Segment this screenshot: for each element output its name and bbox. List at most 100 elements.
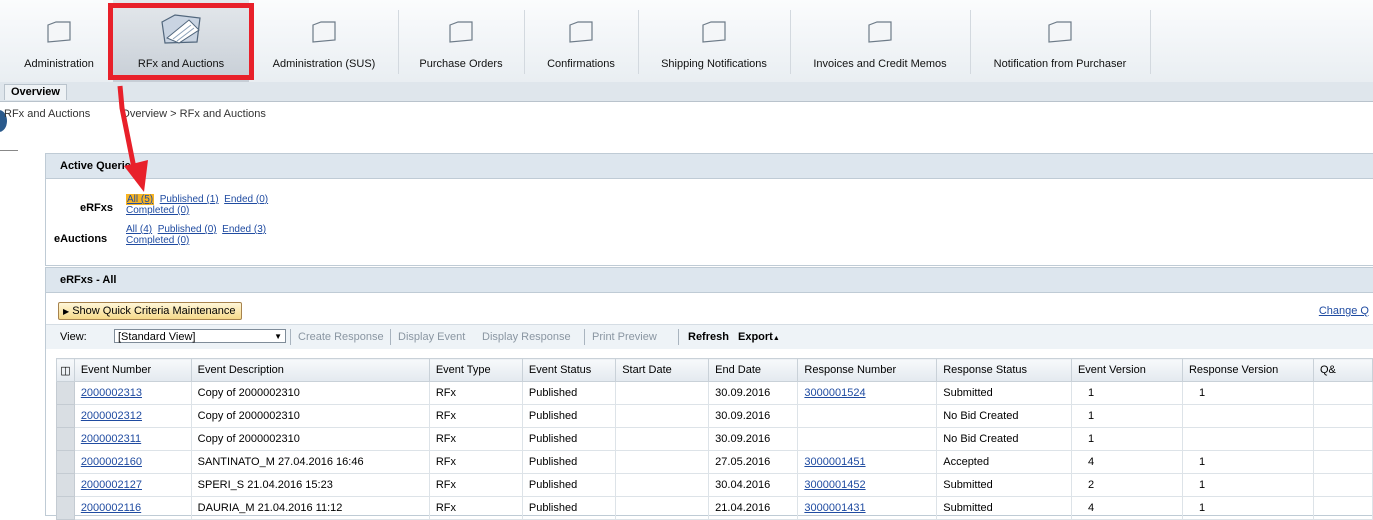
erfx-table: ◫ Event Number Event Description Event T… <box>56 358 1373 520</box>
print-preview-button[interactable]: Print Preview <box>592 331 657 343</box>
export-label: Export <box>738 331 773 343</box>
column-header[interactable]: Response Status <box>936 358 1072 382</box>
response-status: Submitted <box>943 387 993 399</box>
table-cell <box>797 427 938 451</box>
event-version: 1 <box>1087 387 1095 399</box>
select-all-cell[interactable]: ◫ <box>56 358 75 382</box>
eauctions-completed-link[interactable]: Completed (0) <box>126 235 189 246</box>
column-header[interactable]: Start Date <box>615 358 710 382</box>
erfx-ended-link[interactable]: Ended (0) <box>224 194 268 205</box>
view-select-value: [Standard View] <box>118 331 196 343</box>
show-quick-criteria-button[interactable]: ▶ Show Quick Criteria Maintenance <box>58 302 243 320</box>
table-cell: Submitted <box>936 381 1072 405</box>
event-version: 1 <box>1087 433 1095 445</box>
response-number-link[interactable]: 3000001524 <box>804 387 865 399</box>
table-cell: 30.09.2016 <box>708 427 799 451</box>
erfx-published-link[interactable]: Published (1) <box>160 194 219 205</box>
response-number-link[interactable]: 3000001451 <box>804 456 865 468</box>
tab-label: Invoices and Credit Memos <box>813 58 947 70</box>
eauctions-all-link[interactable]: All (4) <box>126 224 152 235</box>
event-number-link[interactable]: 2000002312 <box>81 410 142 422</box>
tab-administration[interactable]: Administration <box>6 0 112 82</box>
row-selector[interactable] <box>56 381 75 405</box>
erfx-label: eRFxs <box>80 202 114 214</box>
column-header[interactable]: Event Status <box>521 358 617 382</box>
row-selector[interactable] <box>56 404 75 428</box>
table-row[interactable]: 2000002160 SANTINATO_M 27.04.2016 16:46 RF… <box>56 450 1373 474</box>
table-cell: DAURIA_M 21.04.2016 11:12 <box>190 496 430 520</box>
breadcrumb-start[interactable]: RFx and Auctions <box>4 108 90 120</box>
event-type: RFx <box>435 502 456 514</box>
column-header[interactable]: Event Type <box>428 358 523 382</box>
table-cell: Submitted <box>936 496 1072 520</box>
event-version: 4 <box>1087 456 1095 468</box>
response-version <box>1189 410 1199 422</box>
folder-icon <box>868 21 892 43</box>
response-number-link[interactable]: 3000001431 <box>804 502 865 514</box>
view-select[interactable]: [Standard View] ▼ <box>114 329 286 343</box>
event-number-link[interactable]: 2000002116 <box>81 502 141 514</box>
table-row[interactable]: 2000002311 Copy of 2000002310 RFx Published… <box>56 427 1373 451</box>
table-row[interactable]: 2000002312 Copy of 2000002310 RFx Published… <box>56 404 1373 428</box>
table-row[interactable]: 2000002116 DAURIA_M 21.04.2016 11:12 RFx Pu… <box>56 496 1373 520</box>
event-number-link[interactable]: 2000002127 <box>81 479 142 491</box>
erfx-completed-link[interactable]: Completed (0) <box>126 205 189 216</box>
event-type: RFx <box>435 479 456 491</box>
table-row[interactable]: 2000002127 SPERI_S 21.04.2016 15:23 RFx Pub… <box>56 473 1373 497</box>
display-event-button[interactable]: Display Event <box>398 331 465 343</box>
export-button[interactable]: Export▲ <box>738 331 780 343</box>
event-status: Published <box>528 387 578 399</box>
eauctions-published-link[interactable]: Published (0) <box>158 224 217 235</box>
tab-invoices-and-credit-memos[interactable]: Invoices and Credit Memos <box>792 0 968 82</box>
response-version <box>1189 433 1199 445</box>
table-cell <box>1181 427 1314 451</box>
event-number-link[interactable]: 2000002311 <box>81 433 141 445</box>
display-response-button[interactable]: Display Response <box>482 331 571 343</box>
response-version: 1 <box>1198 502 1206 514</box>
table-settings-icon[interactable]: ◫ <box>60 365 70 377</box>
column-header[interactable]: Response Version <box>1181 358 1314 382</box>
create-response-button[interactable]: Create Response <box>298 331 384 343</box>
table-cell: 2000002127 <box>73 473 192 497</box>
table-row[interactable]: 2000002313 Copy of 2000002310 RFx Published… <box>56 381 1373 405</box>
tab-administration-sus[interactable]: Administration (SUS) <box>252 0 396 82</box>
row-selector[interactable] <box>56 450 75 474</box>
response-number-link[interactable]: 3000001452 <box>804 479 865 491</box>
column-header[interactable]: End Date <box>708 358 799 382</box>
table-cell: Copy of 2000002310 <box>190 427 430 451</box>
event-number-link[interactable]: 2000002313 <box>81 387 142 399</box>
column-header[interactable]: Q& <box>1312 358 1373 382</box>
column-header[interactable]: Event Description <box>190 358 430 382</box>
refresh-button[interactable]: Refresh <box>688 331 729 343</box>
change-query-link[interactable]: Change Q <box>1319 305 1369 317</box>
column-header[interactable]: Event Number <box>73 358 192 382</box>
table-cell: Accepted <box>936 450 1072 474</box>
table-cell: Published <box>521 450 617 474</box>
event-number-link[interactable]: 2000002160 <box>81 456 142 468</box>
tab-shipping-notifications[interactable]: Shipping Notifications <box>640 0 788 82</box>
column-header[interactable]: Response Number <box>797 358 938 382</box>
event-version: 2 <box>1087 479 1095 491</box>
end-date: 30.09.2016 <box>715 387 771 399</box>
subtab-overview[interactable]: Overview <box>4 84 67 100</box>
row-selector[interactable] <box>56 473 75 497</box>
table-cell: 1 <box>1181 450 1314 474</box>
event-status: Published <box>528 410 578 422</box>
response-status: Submitted <box>943 502 993 514</box>
table-cell: No Bid Created <box>936 427 1072 451</box>
breadcrumb-path: Overview > RFx and Auctions <box>121 108 266 120</box>
tab-separator <box>398 10 399 74</box>
end-date: 27.05.2016 <box>715 456 771 468</box>
erfx-all-link[interactable]: All (5) <box>126 194 155 205</box>
tab-purchase-orders[interactable]: Purchase Orders <box>400 0 522 82</box>
divider <box>0 150 18 151</box>
caret-up-icon: ▲ <box>772 335 780 342</box>
row-selector[interactable] <box>56 427 75 451</box>
column-header[interactable]: Event Version <box>1070 358 1183 382</box>
tab-confirmations[interactable]: Confirmations <box>526 0 636 82</box>
event-status: Published <box>528 433 578 445</box>
row-selector[interactable] <box>56 496 75 520</box>
eauctions-ended-link[interactable]: Ended (3) <box>222 224 266 235</box>
response-version: 1 <box>1198 387 1206 399</box>
tab-notification-from-purchaser[interactable]: Notification from Purchaser <box>972 0 1148 82</box>
